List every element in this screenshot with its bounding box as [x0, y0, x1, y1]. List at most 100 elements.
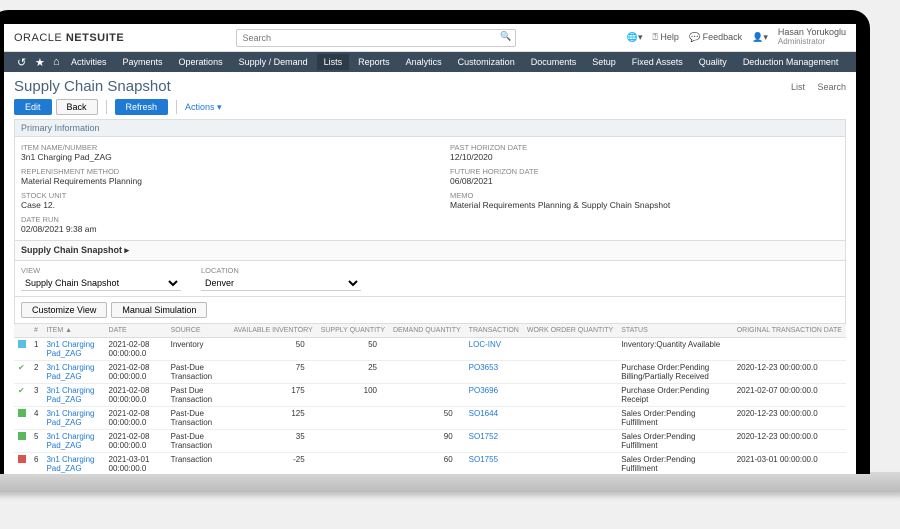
- cell-orig: 2020-12-23 00:00:00.0: [733, 430, 846, 453]
- flag-icon: [18, 432, 26, 440]
- nav-payments[interactable]: Payments: [116, 54, 170, 70]
- cell-txn[interactable]: LOC-INV: [465, 338, 523, 361]
- table-row: 13n1 Charging Pad_ZAG2021-02-08 00:00:00…: [14, 338, 846, 361]
- nav-setup[interactable]: Setup: [585, 54, 623, 70]
- nav-history-icon[interactable]: ↺: [10, 53, 26, 72]
- col-source[interactable]: SOURCE: [167, 324, 230, 338]
- cell-flag: ✔: [14, 384, 30, 407]
- cell-num: 6: [30, 453, 42, 475]
- info-value: Material Requirements Planning & Supply …: [450, 200, 839, 210]
- feedback-link[interactable]: 💬 Feedback: [689, 32, 742, 43]
- cell-item[interactable]: 3n1 Charging Pad_ZAG: [42, 453, 104, 475]
- view-select[interactable]: Supply Chain Snapshot: [21, 276, 181, 291]
- col-orig[interactable]: ORIGINAL TRANSACTION DATE: [733, 324, 846, 338]
- cell-demand: 50: [389, 407, 465, 430]
- cell-txn[interactable]: SO1752: [465, 430, 523, 453]
- search-input[interactable]: [236, 29, 516, 47]
- cell-wo: [523, 407, 617, 430]
- nav-activities[interactable]: Activities: [64, 54, 114, 70]
- table-row: ✔33n1 Charging Pad_ZAG2021-02-08 00:00:0…: [14, 384, 846, 407]
- toolbar-links: List Search: [781, 82, 846, 92]
- cell-item[interactable]: 3n1 Charging Pad_ZAG: [42, 338, 104, 361]
- cell-demand: [389, 361, 465, 384]
- cell-status: Sales Order:Pending Fulfillment: [617, 453, 733, 475]
- nav-reports[interactable]: Reports: [351, 54, 397, 70]
- cell-demand: [389, 384, 465, 407]
- cell-num: 5: [30, 430, 42, 453]
- subtab-header[interactable]: Supply Chain Snapshot ▸: [14, 241, 846, 261]
- cell-source: Transaction: [167, 453, 230, 475]
- cell-orig: 2021-03-01 00:00:00.0: [733, 453, 846, 475]
- col-date[interactable]: DATE: [105, 324, 167, 338]
- info-item: STOCK UNITCase 12.: [21, 191, 410, 210]
- col-flag[interactable]: [14, 324, 30, 338]
- help-link[interactable]: ⍰ Help: [653, 32, 679, 43]
- col-demand[interactable]: DEMAND QUANTITY: [389, 324, 465, 338]
- info-item: ITEM NAME/NUMBER3n1 Charging Pad_ZAG: [21, 143, 410, 162]
- info-label: REPLENISHMENT METHOD: [21, 167, 410, 176]
- col-wo[interactable]: WORK ORDER QUANTITY: [523, 324, 617, 338]
- cell-date: 2021-02-08 00:00:00.0: [105, 338, 167, 361]
- nav-quality[interactable]: Quality: [692, 54, 734, 70]
- cell-txn[interactable]: SO1755: [465, 453, 523, 475]
- link-list[interactable]: List: [791, 82, 805, 92]
- cell-item[interactable]: 3n1 Charging Pad_ZAG: [42, 361, 104, 384]
- nav-fixed-assets[interactable]: Fixed Assets: [625, 54, 690, 70]
- nav-star-icon[interactable]: ★: [28, 53, 44, 72]
- nav-customization[interactable]: Customization: [451, 54, 522, 70]
- nav-supply-demand[interactable]: Supply / Demand: [232, 54, 315, 70]
- nav-overflow-icon[interactable]: ⋯: [847, 57, 856, 68]
- col-supply[interactable]: SUPPLY QUANTITY: [317, 324, 389, 338]
- search-icon[interactable]: 🔍: [500, 31, 511, 42]
- page-title: Supply Chain Snapshot: [14, 78, 781, 95]
- cell-status: Purchase Order:Pending Receipt: [617, 384, 733, 407]
- link-search[interactable]: Search: [817, 82, 846, 92]
- cell-num: 2: [30, 361, 42, 384]
- cell-item[interactable]: 3n1 Charging Pad_ZAG: [42, 407, 104, 430]
- info-value: Material Requirements Planning: [21, 176, 410, 186]
- cell-txn[interactable]: SO1644: [465, 407, 523, 430]
- info-col-left: ITEM NAME/NUMBER3n1 Charging Pad_ZAG REP…: [21, 143, 410, 234]
- col-num[interactable]: #: [30, 324, 42, 338]
- cell-avail: 75: [229, 361, 316, 384]
- location-select[interactable]: Denver: [201, 276, 361, 291]
- cell-item[interactable]: 3n1 Charging Pad_ZAG: [42, 384, 104, 407]
- page-body: Supply Chain Snapshot List Search Edit B…: [4, 72, 856, 474]
- nav-deduction-mgmt[interactable]: Deduction Management: [736, 54, 846, 70]
- back-button[interactable]: Back: [56, 99, 98, 115]
- cell-item[interactable]: 3n1 Charging Pad_ZAG: [42, 430, 104, 453]
- actions-menu[interactable]: Actions ▾: [185, 102, 222, 113]
- cell-txn[interactable]: PO3696: [465, 384, 523, 407]
- table-row: 63n1 Charging Pad_ZAG 2021-03-01 00:00:00…: [14, 453, 846, 475]
- info-label: FUTURE HORIZON DATE: [450, 167, 839, 176]
- manual-simulation-button[interactable]: Manual Simulation: [111, 302, 207, 318]
- cell-orig: [733, 338, 846, 361]
- nav-documents[interactable]: Documents: [524, 54, 584, 70]
- avatar-icon[interactable]: 👤▾: [752, 32, 768, 43]
- nav-home-icon[interactable]: ⌂: [46, 53, 62, 71]
- customize-view-button[interactable]: Customize View: [21, 302, 107, 318]
- edit-button[interactable]: Edit: [14, 99, 52, 115]
- cell-avail: 50: [229, 338, 316, 361]
- col-avail[interactable]: AVAILABLE INVENTORY: [229, 324, 316, 338]
- info-label: DATE RUN: [21, 215, 410, 224]
- language-icon[interactable]: 🌐▾: [627, 32, 643, 43]
- cell-wo: [523, 384, 617, 407]
- col-status[interactable]: STATUS: [617, 324, 733, 338]
- cell-date: 2021-02-08 00:00:00.0: [105, 384, 167, 407]
- cell-demand: 90: [389, 430, 465, 453]
- col-txn[interactable]: TRANSACTION: [465, 324, 523, 338]
- cell-txn[interactable]: PO3653: [465, 361, 523, 384]
- info-value: Case 12.: [21, 200, 410, 210]
- filter-label: LOCATION: [201, 266, 361, 275]
- check-icon: ✔: [18, 386, 26, 394]
- nav-operations[interactable]: Operations: [172, 54, 230, 70]
- nav-analytics[interactable]: Analytics: [399, 54, 449, 70]
- col-item[interactable]: ITEM ▲: [42, 324, 104, 338]
- info-label: MEMO: [450, 191, 839, 200]
- title-bar: Supply Chain Snapshot List Search: [14, 78, 846, 95]
- refresh-button[interactable]: Refresh: [115, 99, 169, 115]
- help-label: Help: [660, 32, 679, 42]
- info-label: STOCK UNIT: [21, 191, 410, 200]
- nav-lists[interactable]: Lists: [317, 54, 350, 70]
